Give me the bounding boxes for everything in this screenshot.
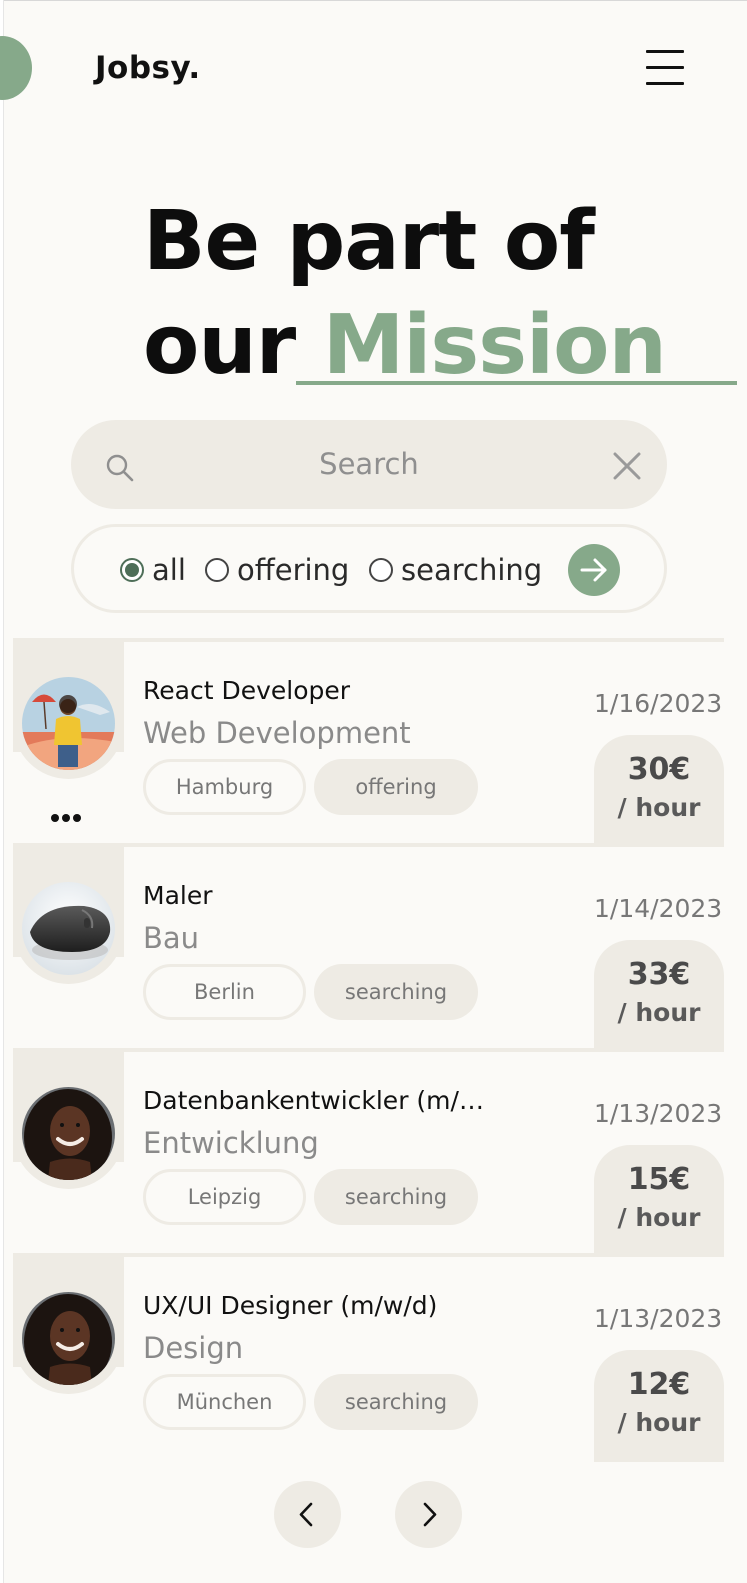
filter-label-all: all bbox=[152, 553, 186, 587]
avatar-column bbox=[13, 847, 124, 1048]
type-tag: searching bbox=[314, 1169, 478, 1225]
hero-title: Be part of our Mission bbox=[143, 190, 667, 398]
chevron-left-icon bbox=[299, 1502, 313, 1527]
job-title: React Developer bbox=[143, 676, 351, 705]
price-amount: 12€ bbox=[627, 1367, 691, 1402]
job-category: Entwicklung bbox=[143, 1126, 319, 1160]
price-badge: 33€ / hour bbox=[594, 940, 724, 1052]
search-input[interactable]: Search bbox=[71, 420, 667, 509]
type-tag: offering bbox=[314, 759, 478, 815]
job-title: UX/UI Designer (m/w/d) bbox=[143, 1291, 438, 1320]
posted-date: 1/13/2023 bbox=[594, 1099, 723, 1128]
previous-page-button[interactable] bbox=[274, 1481, 341, 1548]
type-tag: searching bbox=[314, 964, 478, 1020]
filter-radio-offering[interactable]: offering bbox=[205, 553, 349, 587]
job-category: Bau bbox=[143, 921, 200, 955]
posted-date: 1/13/2023 bbox=[594, 1304, 723, 1333]
radio-button[interactable] bbox=[205, 558, 229, 582]
hero-line-1: Be part of bbox=[143, 194, 595, 289]
price-unit: / hour bbox=[617, 1203, 701, 1232]
avatar bbox=[22, 882, 115, 975]
job-card[interactable]: Maler Bau Berlin searching 1/14/2023 33€… bbox=[13, 843, 724, 1052]
arrow-right-icon bbox=[580, 558, 607, 582]
location-tag: Hamburg bbox=[143, 759, 306, 815]
brand-logo[interactable]: Jobsy. bbox=[95, 50, 201, 86]
job-category: Design bbox=[143, 1331, 244, 1365]
posted-date: 1/16/2023 bbox=[594, 689, 723, 718]
type-tag: searching bbox=[314, 1374, 478, 1430]
job-title: Maler bbox=[143, 881, 213, 910]
price-badge: 12€ / hour bbox=[594, 1350, 724, 1462]
location-tag: Berlin bbox=[143, 964, 306, 1020]
hero-accent-word: Mission bbox=[322, 298, 667, 393]
price-amount: 15€ bbox=[627, 1162, 691, 1197]
price-amount: 33€ bbox=[627, 957, 691, 992]
brand-dot-decoration bbox=[0, 36, 32, 100]
job-list: React Developer Web Development Hamburg … bbox=[13, 638, 724, 1462]
type-filter-bar: all offering searching bbox=[71, 524, 667, 613]
hero-accent-underline bbox=[296, 381, 737, 385]
filter-submit-button[interactable] bbox=[568, 544, 620, 596]
price-unit: / hour bbox=[617, 793, 701, 822]
price-unit: / hour bbox=[617, 1408, 701, 1437]
radio-button-checked[interactable] bbox=[120, 558, 144, 582]
filter-radio-all[interactable]: all bbox=[120, 553, 186, 587]
job-card[interactable]: Datenbankentwickler (m/… Entwicklung Lei… bbox=[13, 1048, 724, 1257]
job-category: Web Development bbox=[143, 716, 411, 750]
search-placeholder: Search bbox=[319, 447, 419, 481]
hamburger-icon[interactable] bbox=[646, 50, 686, 86]
price-unit: / hour bbox=[617, 998, 701, 1027]
avatar-column bbox=[13, 1257, 124, 1458]
filter-radio-searching[interactable]: searching bbox=[369, 553, 542, 587]
price-badge: 30€ / hour bbox=[594, 735, 724, 847]
close-icon[interactable] bbox=[611, 450, 643, 482]
location-tag: München bbox=[143, 1374, 306, 1430]
more-options-icon[interactable] bbox=[51, 807, 87, 822]
price-badge: 15€ / hour bbox=[594, 1145, 724, 1257]
price-amount: 30€ bbox=[627, 752, 691, 787]
job-card[interactable]: React Developer Web Development Hamburg … bbox=[13, 638, 724, 847]
job-card[interactable]: UX/UI Designer (m/w/d) Design München se… bbox=[13, 1253, 724, 1462]
job-title: Datenbankentwickler (m/… bbox=[143, 1086, 484, 1115]
avatar-column bbox=[13, 642, 124, 843]
location-tag: Leipzig bbox=[143, 1169, 306, 1225]
filter-label-offering: offering bbox=[237, 553, 350, 587]
avatar bbox=[22, 1292, 115, 1385]
next-page-button[interactable] bbox=[395, 1481, 462, 1548]
avatar bbox=[22, 677, 115, 770]
radio-button[interactable] bbox=[369, 558, 393, 582]
avatar-column bbox=[13, 1052, 124, 1253]
posted-date: 1/14/2023 bbox=[594, 894, 723, 923]
filter-label-searching: searching bbox=[401, 553, 543, 587]
chevron-right-icon bbox=[423, 1502, 437, 1527]
window-top-border bbox=[0, 0, 747, 1]
avatar bbox=[22, 1087, 115, 1180]
window-left-border bbox=[0, 0, 4, 1583]
hero-line-2-prefix: our bbox=[143, 298, 323, 393]
